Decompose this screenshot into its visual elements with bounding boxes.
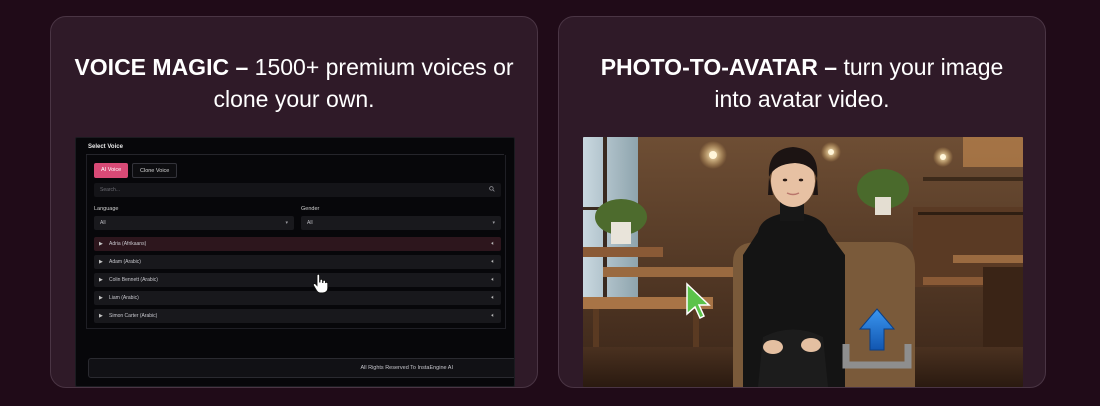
voice-magic-title-rest: 1500+ premium voices or clone your own.	[213, 54, 514, 112]
voice-name: Colin Bennett (Arabic)	[109, 277, 158, 283]
gender-label: Gender	[301, 206, 320, 212]
voice-row[interactable]: ▶ Simon Carter (Arabic) 🔈︎	[94, 309, 501, 323]
speaker-icon[interactable]: 🔈︎	[491, 237, 495, 251]
speaker-icon[interactable]: 🔈︎	[491, 309, 495, 323]
play-icon[interactable]: ▶	[99, 237, 103, 251]
gender-select[interactable]: All ▾	[301, 216, 501, 230]
play-icon[interactable]: ▶	[99, 309, 103, 323]
footer-copyright: All Rights Reserved To InstaEngine AI	[88, 358, 514, 378]
play-icon[interactable]: ▶	[99, 291, 103, 305]
search-icon[interactable]	[489, 186, 495, 192]
voice-name: Simon Carter (Arabic)	[109, 313, 158, 319]
tab-clone-voice[interactable]: Clone Voice	[132, 163, 178, 178]
photo-to-avatar-title-bold: PHOTO-TO-AVATAR –	[600, 54, 838, 80]
voice-row[interactable]: ▶ Adam (Arabic) 🔈︎	[94, 255, 501, 269]
voice-magic-card: VOICE MAGIC – 1500+ premium voices or cl…	[50, 16, 538, 388]
speaker-icon[interactable]: 🔈︎	[491, 291, 495, 305]
voice-row[interactable]: ▶ Liam (Arabic) 🔈︎	[94, 291, 501, 305]
speaker-icon[interactable]: 🔈︎	[491, 273, 495, 287]
voice-search-input[interactable]: Search...	[94, 183, 501, 197]
language-label: Language	[94, 206, 119, 212]
photo-to-avatar-title: PHOTO-TO-AVATAR – turn your image into a…	[559, 51, 1045, 115]
search-placeholder: Search...	[100, 187, 121, 193]
voice-selector-panel: Select Voice AI Voice Clone Voice Search…	[75, 137, 515, 387]
voice-name: Adria (Afrikaans)	[109, 241, 147, 247]
language-value: All	[100, 220, 106, 226]
voice-magic-title-bold: VOICE MAGIC –	[74, 54, 249, 80]
voice-name: Adam (Arabic)	[109, 259, 141, 265]
voice-magic-title: VOICE MAGIC – 1500+ premium voices or cl…	[51, 51, 537, 115]
play-icon[interactable]: ▶	[99, 273, 103, 287]
voice-row[interactable]: ▶ Colin Bennett (Arabic) 🔈︎	[94, 273, 501, 287]
chevron-down-icon: ▾	[492, 220, 495, 226]
voice-row[interactable]: ▶ Adria (Afrikaans) 🔈︎	[94, 237, 501, 251]
chevron-down-icon: ▾	[285, 220, 288, 226]
tab-ai-voice[interactable]: AI Voice	[94, 163, 129, 178]
hand-cursor-icon	[312, 274, 328, 294]
play-icon[interactable]: ▶	[99, 255, 103, 269]
speaker-icon[interactable]: 🔈︎	[491, 255, 495, 269]
gender-value: All	[307, 220, 313, 226]
language-select[interactable]: All ▾	[94, 216, 294, 230]
voice-name: Liam (Arabic)	[109, 295, 139, 301]
photo-to-avatar-card: PHOTO-TO-AVATAR – turn your image into a…	[558, 16, 1046, 388]
select-voice-header: Select Voice	[88, 144, 123, 150]
avatar-photo	[583, 137, 1023, 387]
